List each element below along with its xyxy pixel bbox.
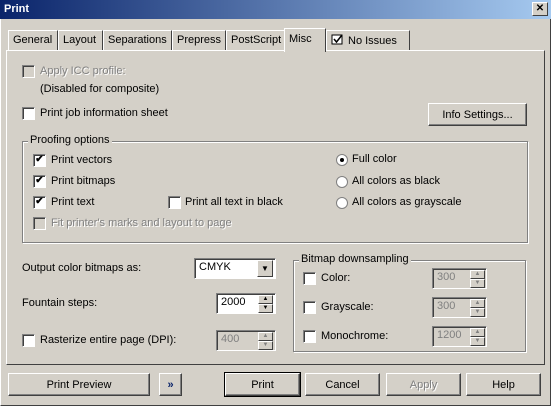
info-settings-button[interactable]: Info Settings... xyxy=(428,103,527,126)
expand-preview-button[interactable]: » xyxy=(159,373,182,396)
fountain-steps-value: 2000 xyxy=(221,296,246,308)
output-color-bitmaps-label: Output color bitmaps as: xyxy=(22,262,142,274)
tab-label: General xyxy=(13,34,53,46)
tab-misc[interactable]: Misc xyxy=(284,28,326,52)
print-all-text-black-checkbox[interactable] xyxy=(168,196,181,209)
full-color-radio[interactable] xyxy=(336,154,348,166)
fit-marks-checkbox[interactable] xyxy=(33,217,46,230)
rasterize-label: Rasterize entire page (DPI): xyxy=(40,334,177,346)
downsample-color-label: Color: xyxy=(321,272,351,284)
tab-label: Misc xyxy=(289,33,312,45)
tab-general[interactable]: General xyxy=(8,30,58,50)
all-black-label: All colors as black xyxy=(352,175,441,187)
downsample-monochrome-checkbox[interactable] xyxy=(303,330,316,343)
tab-layout[interactable]: Layout xyxy=(58,30,103,50)
downsample-monochrome-value: 1200 xyxy=(437,329,462,341)
apply-button[interactable]: Apply xyxy=(386,373,461,396)
tab-label: Separations xyxy=(108,34,167,46)
window-title: Print xyxy=(4,3,30,15)
downsample-color-up-button[interactable]: ▲ xyxy=(470,270,485,279)
apply-icc-label: Apply ICC profile: xyxy=(40,65,126,77)
check-icon: ✔ xyxy=(35,154,44,165)
print-preview-button[interactable]: Print Preview xyxy=(8,373,150,396)
all-grayscale-label: All colors as grayscale xyxy=(352,196,462,208)
downsample-grayscale-up-button[interactable]: ▲ xyxy=(470,299,485,308)
print-text-label: Print text xyxy=(51,196,95,208)
tab-separations[interactable]: Separations xyxy=(103,30,172,50)
downsample-grayscale-value: 300 xyxy=(437,300,456,312)
help-button[interactable]: Help xyxy=(466,373,541,396)
all-black-radio[interactable] xyxy=(336,176,348,188)
rasterize-dpi-value: 400 xyxy=(221,333,240,345)
issues-icon xyxy=(331,34,343,45)
downsample-grayscale-checkbox[interactable] xyxy=(303,301,316,314)
print-vectors-label: Print vectors xyxy=(51,154,113,166)
print-all-text-black-label: Print all text in black xyxy=(185,196,283,208)
print-vectors-checkbox[interactable]: ✔ xyxy=(33,154,46,167)
output-color-bitmaps-value: CMYK xyxy=(199,261,231,273)
downsample-color-value: 300 xyxy=(437,271,456,283)
fountain-steps-label: Fountain steps: xyxy=(22,297,98,309)
check-icon: ✔ xyxy=(35,175,44,186)
print-bitmaps-checkbox[interactable]: ✔ xyxy=(33,175,46,188)
tab-label: No Issues xyxy=(348,35,397,47)
composite-note: (Disabled for composite) xyxy=(40,83,160,95)
tab-prepress[interactable]: Prepress xyxy=(172,30,226,50)
fit-marks-label: Fit printer's marks and layout to page xyxy=(51,217,232,229)
proofing-options-title: Proofing options xyxy=(28,134,112,146)
print-job-info-label: Print job information sheet xyxy=(40,107,168,119)
downsample-color-checkbox[interactable] xyxy=(303,272,316,285)
downsample-grayscale-label: Grayscale: xyxy=(321,301,374,313)
cancel-button[interactable]: Cancel xyxy=(305,373,380,396)
tab-postscript[interactable]: PostScript xyxy=(226,30,285,50)
print-button[interactable]: Print xyxy=(224,372,301,397)
all-grayscale-radio[interactable] xyxy=(336,197,348,209)
print-job-info-checkbox[interactable] xyxy=(22,107,35,120)
full-color-label: Full color xyxy=(352,153,397,165)
downsample-color-down-button[interactable]: ▼ xyxy=(470,279,485,288)
apply-icc-checkbox[interactable] xyxy=(22,65,35,78)
tab-label: Prepress xyxy=(177,34,222,46)
rasterize-checkbox[interactable] xyxy=(22,334,35,347)
print-bitmaps-label: Print bitmaps xyxy=(51,175,116,187)
downsample-monochrome-up-button[interactable]: ▲ xyxy=(470,328,485,337)
check-icon: ✔ xyxy=(35,196,44,207)
fountain-steps-up-button[interactable]: ▲ xyxy=(258,295,273,304)
tab-label: PostScript xyxy=(231,34,282,46)
downsample-grayscale-down-button[interactable]: ▼ xyxy=(470,308,485,317)
tab-label: Layout xyxy=(63,34,97,46)
fountain-steps-down-button[interactable]: ▼ xyxy=(258,304,273,313)
title-bar: Print xyxy=(0,0,551,19)
downsample-monochrome-label: Monochrome: xyxy=(321,330,389,342)
rasterize-down-button[interactable]: ▼ xyxy=(258,341,273,350)
close-button[interactable]: ✕ xyxy=(532,2,548,16)
print-text-checkbox[interactable]: ✔ xyxy=(33,196,46,209)
downsample-monochrome-down-button[interactable]: ▼ xyxy=(470,337,485,346)
rasterize-up-button[interactable]: ▲ xyxy=(258,332,273,341)
tab-no-issues[interactable]: No Issues xyxy=(326,30,410,50)
bitmap-downsampling-title: Bitmap downsampling xyxy=(299,253,411,265)
chevron-down-icon[interactable]: ▼ xyxy=(257,260,273,277)
